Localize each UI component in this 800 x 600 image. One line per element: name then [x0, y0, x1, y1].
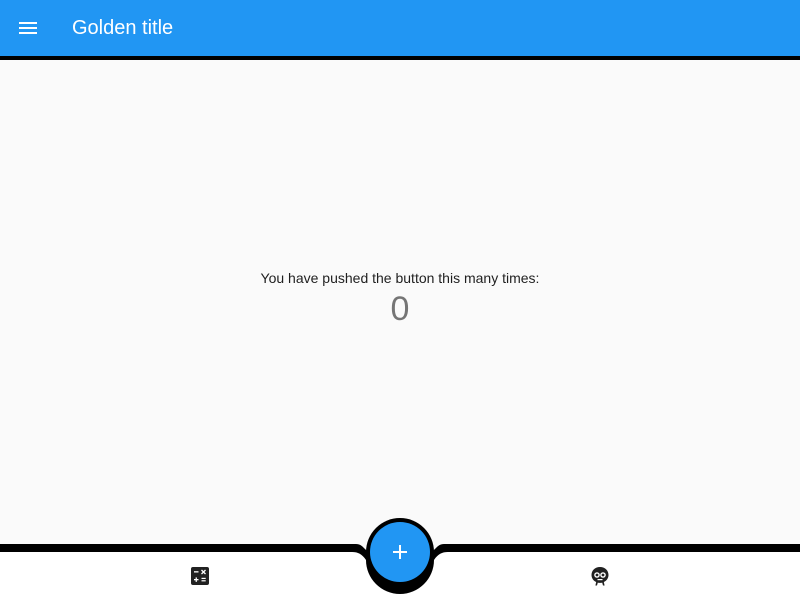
- calculator-icon: [191, 567, 209, 585]
- menu-icon: [19, 22, 37, 34]
- nav-robot[interactable]: [588, 564, 612, 588]
- fab-surface: [370, 522, 430, 582]
- counter-message: You have pushed the button this many tim…: [260, 270, 540, 286]
- counter-value: 0: [390, 290, 410, 328]
- app-bar: Golden title: [0, 0, 800, 56]
- increment-fab-button[interactable]: [366, 518, 434, 586]
- add-icon: [393, 545, 407, 559]
- page-title: Golden title: [72, 17, 174, 39]
- main-content: You have pushed the button this many tim…: [0, 60, 800, 544]
- robot-icon: [591, 567, 609, 586]
- app-window: Golden title You have pushed the button …: [0, 0, 800, 600]
- menu-button[interactable]: [8, 8, 48, 48]
- nav-calculator[interactable]: [188, 564, 212, 588]
